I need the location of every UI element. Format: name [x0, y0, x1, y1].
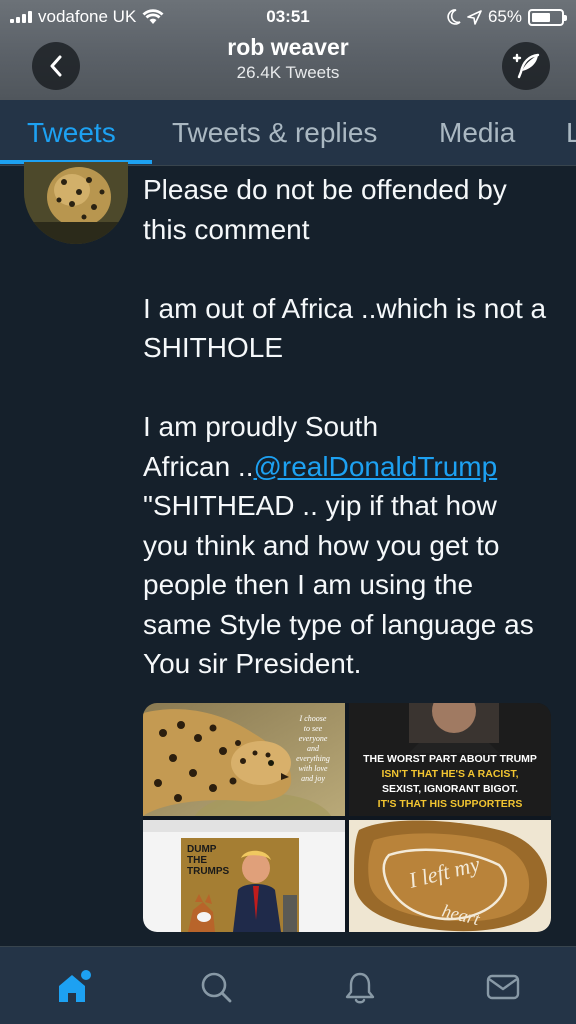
battery-icon [528, 8, 567, 26]
avatar-image [24, 162, 128, 244]
profile-name: rob weaver [227, 34, 349, 60]
tab-media[interactable]: Media [439, 117, 515, 149]
media-quote-line: to see [304, 724, 323, 733]
tweet-text-fragment: African .. [143, 450, 254, 482]
battery-percent: 65% [487, 7, 522, 26]
poster-text-line: THE [187, 855, 207, 866]
media-left-my-heart[interactable]: I left my heart [349, 820, 551, 932]
media-quote-line: and [307, 744, 320, 753]
tweet-text: Please do not be offended by this commen… [143, 170, 563, 684]
tweet-line: You sir President. [143, 648, 362, 679]
tab-tweets-and-replies[interactable]: Tweets & replies [172, 117, 377, 149]
profile-tabs: Tweets Tweets & replies Media L [0, 100, 576, 166]
status-right: 65% [447, 7, 567, 27]
media-quote-line: and joy [301, 774, 325, 783]
battery-fill [532, 12, 551, 22]
tweet-line: I am out of Africa ..which is not a [143, 292, 547, 324]
nav-home[interactable] [54, 967, 94, 1007]
moon-icon [447, 9, 461, 25]
compose-tweet-button[interactable] [502, 42, 550, 90]
status-bar: vodafone UK 03:51 65% [0, 0, 576, 34]
bottom-navigation [0, 946, 576, 1024]
mention-link[interactable]: @realDonaldTrump [253, 451, 497, 482]
tweet-line: this comment [143, 213, 310, 245]
compose-feather-icon [512, 53, 540, 79]
media-leopard[interactable]: I choose to see everyone and everything … [143, 703, 345, 816]
meme-text-line: SEXIST, IGNORANT BIGOT. [382, 783, 518, 795]
tab-likes[interactable]: L [566, 117, 576, 149]
tweet-media-grid: I choose to see everyone and everything … [143, 703, 551, 932]
notifications-icon [345, 972, 375, 1004]
tweet-count: 26.4K Tweets [236, 63, 340, 82]
media-quote-line: everything [296, 754, 330, 763]
media-quote-line: everyone [299, 734, 328, 743]
media-quote-line: with love [298, 764, 328, 773]
tab-tweets[interactable]: Tweets [27, 117, 116, 149]
home-icon [59, 970, 91, 1002]
media-dump-the-trumps[interactable]: DUMP THE TRUMPS [143, 820, 345, 932]
tweet-line: I am proudly South [143, 411, 379, 442]
media-trump-quote[interactable]: THE WORST PART ABOUT TRUMP ISN'T THAT HE… [349, 703, 551, 816]
tweet-line: African ..@realDonaldTrump [143, 447, 563, 487]
avatar[interactable] [24, 162, 128, 244]
meme-text-line: IT'S THAT HIS SUPPORTERS [378, 798, 523, 810]
tweet-line: people then I am using the [143, 569, 474, 600]
poster-text-line: DUMP [187, 844, 217, 855]
profile-header: vodafone UK 03:51 65% rob weaver 26.4K T… [0, 0, 576, 100]
messages-icon [486, 974, 520, 1000]
media-quote-line: I choose [299, 714, 327, 723]
meme-text-line: ISN'T THAT HE'S A RACIST, [381, 768, 518, 780]
poster-text-line: TRUMPS [187, 866, 230, 877]
tweet-line: "SHITHEAD .. yip if that how [143, 490, 497, 521]
nav-search[interactable] [196, 967, 236, 1007]
meme-text-line: THE WORST PART ABOUT TRUMP [363, 753, 537, 765]
nav-messages[interactable] [483, 967, 523, 1007]
search-icon [201, 972, 232, 1003]
location-arrow-icon [467, 9, 482, 25]
tweet-line: Please do not be offended by [143, 174, 507, 205]
tweet-line: SHITHOLE [143, 332, 284, 363]
tweet-line: you think and how you get to [143, 529, 500, 561]
tweet-line: same Style type of language as [143, 608, 534, 640]
nav-notifications[interactable] [340, 967, 380, 1007]
